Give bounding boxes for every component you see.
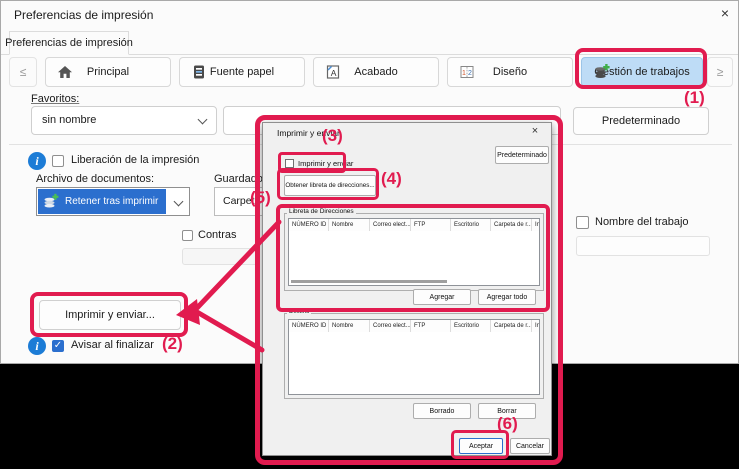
home-icon [57, 64, 73, 80]
column-header[interactable]: NÚMERO ID [289, 320, 329, 332]
column-header[interactable]: Internet [532, 219, 540, 231]
tab-diseno-label: Diseño [493, 66, 527, 78]
column-header[interactable]: NÚMERO ID [289, 219, 329, 231]
tab-label: Preferencias de impresión [5, 37, 133, 49]
add-all-button[interactable]: Agregar todo [478, 289, 536, 305]
favorites-select[interactable]: sin nombre [31, 106, 217, 135]
tab-gestion-de-trabajos[interactable]: Gestión de trabajos [581, 57, 703, 87]
tab-acabado-label: Acabado [354, 66, 397, 78]
job-name-label: Nombre del trabajo [595, 216, 689, 228]
column-header[interactable]: Nombre [329, 219, 370, 231]
column-header[interactable]: Carpeta de r... [491, 320, 532, 332]
get-address-book-label: Obtener libreta de direcciones... [285, 182, 374, 189]
svg-text:1: 1 [462, 70, 466, 77]
printer-icon [191, 64, 207, 80]
address-book-list[interactable]: NÚMERO ID Nombre Correo elect... FTP Esc… [288, 218, 540, 286]
get-address-book-button[interactable]: Obtener libreta de direcciones... [284, 175, 376, 196]
tab-fuente-papel-label: Fuente papel [210, 66, 274, 78]
default-button-label: Predeterminado [602, 115, 680, 127]
retention-icon [42, 193, 59, 210]
notify-label: Avisar al finalizar [71, 339, 154, 351]
favorites-label: Favoritos: [31, 93, 79, 105]
tab-acabado[interactable]: A Acabado [313, 57, 439, 87]
column-header[interactable]: FTP [411, 219, 451, 231]
print-release-label: Liberación de la impresión [71, 154, 199, 166]
password-label: Contras [198, 229, 237, 241]
delete-button[interactable]: Borrado [413, 403, 471, 419]
svg-text:2: 2 [468, 70, 472, 77]
cancel-button[interactable]: Cancelar [510, 438, 550, 454]
tab-fuente-papel[interactable]: Fuente papel [179, 57, 305, 87]
close-icon[interactable]: × [713, 5, 737, 25]
horizontal-scrollbar-thumb[interactable] [291, 280, 447, 283]
layout-icon: 12 [459, 64, 475, 80]
column-header[interactable]: Carpeta de r... [491, 219, 532, 231]
document-filing-value: Retener tras imprimir [65, 196, 158, 207]
dialog-default-label: Predeterminado [497, 152, 547, 159]
job-name-input[interactable] [576, 236, 710, 256]
clear-button[interactable]: Borrar [478, 403, 536, 419]
print-and-send-dialog: Imprimir y enviar × Predeterminado Impri… [262, 122, 552, 456]
job-handling-icon [593, 64, 610, 81]
print-release-checkbox[interactable] [52, 155, 64, 167]
column-header[interactable]: Escritorio [451, 219, 491, 231]
print-and-send-button[interactable]: Imprimir y enviar... [39, 300, 181, 330]
destination-group-label: Destino [287, 309, 311, 315]
chevron-down-icon [198, 115, 208, 125]
column-header[interactable]: FTP [411, 320, 451, 332]
destination-list[interactable]: NÚMERO ID Nombre Correo elect... FTP Esc… [288, 319, 540, 395]
add-button[interactable]: Agregar [413, 289, 471, 305]
address-book-header: NÚMERO ID Nombre Correo elect... FTP Esc… [289, 219, 539, 231]
dialog-title: Imprimir y enviar [277, 128, 340, 138]
password-checkbox[interactable] [182, 230, 193, 241]
scroll-tabs-right-button[interactable]: ≥ [707, 57, 733, 87]
svg-text:A: A [331, 68, 337, 78]
column-header[interactable]: Nombre [329, 320, 370, 332]
close-icon[interactable]: × [525, 125, 545, 139]
document-filing-selected: Retener tras imprimir [38, 189, 166, 214]
job-name-checkbox[interactable] [576, 216, 589, 229]
default-button[interactable]: Predeterminado [573, 107, 709, 135]
ok-button-label: Aceptar [469, 443, 493, 450]
tab-diseno[interactable]: 12 Diseño [447, 57, 573, 87]
column-header[interactable]: Correo elect... [370, 219, 411, 231]
address-book-group-label: Libreta de Direcciones [287, 208, 356, 215]
print-and-send-checkbox-label: Imprimir y enviar [298, 159, 353, 168]
print-and-send-checkbox[interactable] [285, 159, 294, 168]
dialog-default-button[interactable]: Predeterminado [495, 146, 549, 164]
destination-header: NÚMERO ID Nombre Correo elect... FTP Esc… [289, 320, 539, 332]
tab-principal-label: Principal [87, 66, 129, 78]
favorites-selected-value: sin nombre [42, 114, 96, 126]
scroll-tabs-left-button[interactable]: ≤ [9, 57, 37, 87]
notify-checkbox[interactable]: ✓ [52, 340, 64, 352]
cancel-button-label: Cancelar [516, 443, 544, 450]
ok-button[interactable]: Aceptar [459, 438, 503, 454]
finishing-icon: A [325, 64, 341, 80]
column-header[interactable]: Internet [532, 320, 540, 332]
clear-button-label: Borrar [497, 408, 516, 415]
window-title: Preferencias de impresión [14, 8, 153, 22]
password-input[interactable] [182, 248, 258, 265]
tab-principal[interactable]: Principal [45, 57, 171, 87]
info-icon: i [28, 337, 46, 355]
document-filing-label: Archivo de documentos: [36, 173, 154, 185]
info-icon: i [28, 152, 46, 170]
chevron-down-icon [174, 197, 184, 207]
tab-preferencias-de-impresion[interactable]: Preferencias de impresión [9, 31, 129, 55]
print-and-send-button-label: Imprimir y enviar... [65, 309, 155, 321]
add-all-button-label: Agregar todo [487, 294, 527, 301]
screenshot-stage: Preferencias de impresión × Preferencias… [0, 0, 739, 469]
document-filing-select[interactable]: Retener tras imprimir [36, 187, 190, 216]
add-button-label: Agregar [430, 294, 455, 301]
column-header[interactable]: Escritorio [451, 320, 491, 332]
delete-button-label: Borrado [430, 408, 455, 415]
column-header[interactable]: Correo elect... [370, 320, 411, 332]
